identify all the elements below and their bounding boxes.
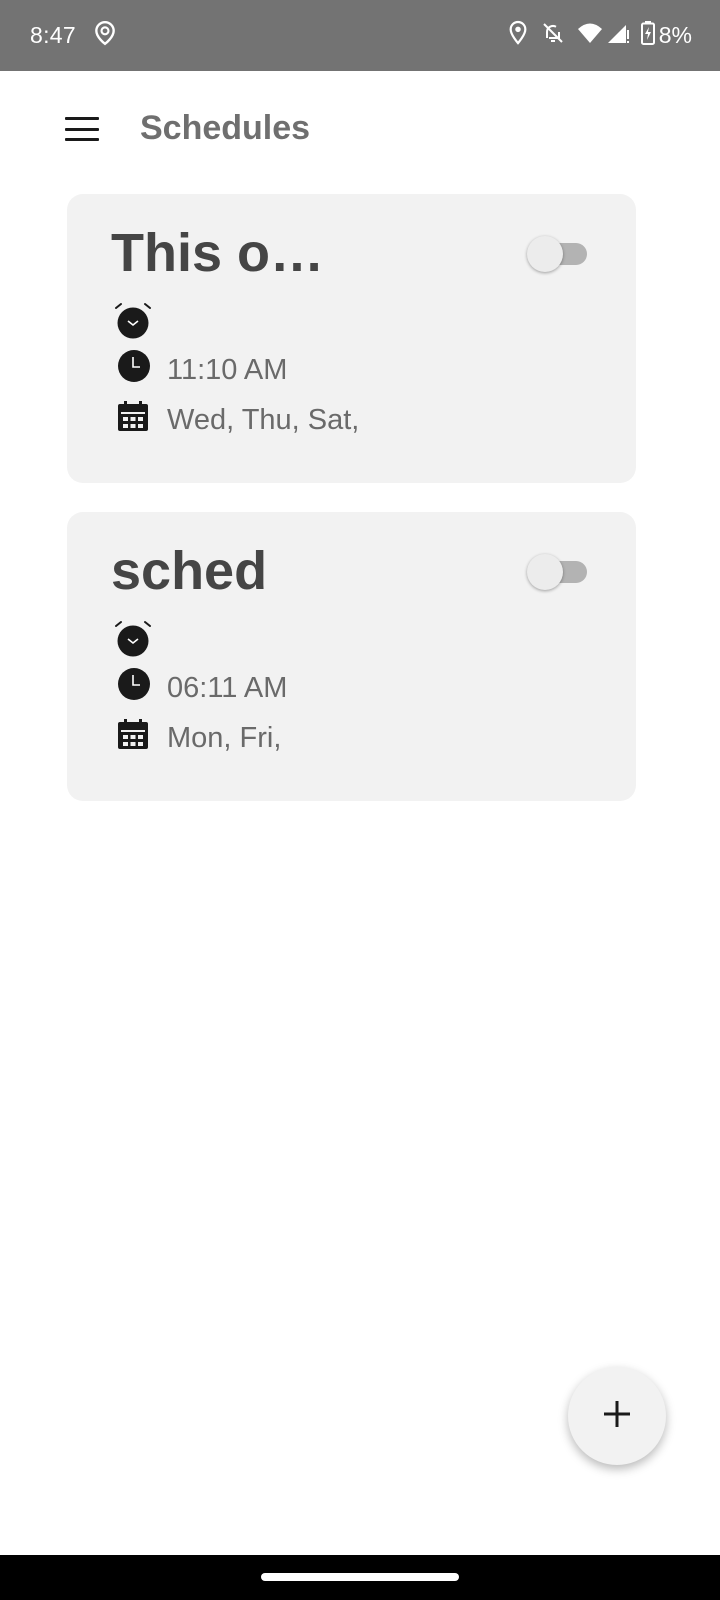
location-icon	[507, 20, 529, 51]
signal-icon	[607, 22, 629, 49]
home-gesture-handle[interactable]	[261, 1573, 459, 1581]
schedule-days-row: Mon, Fri,	[117, 718, 281, 758]
schedule-title: This o…	[111, 223, 324, 283]
calendar-icon	[117, 718, 149, 758]
schedule-time: 06:11 AM	[167, 671, 288, 704]
schedule-title: sched	[111, 541, 268, 601]
clock-icon	[117, 349, 151, 391]
schedule-days: Wed, Thu, Sat,	[167, 403, 360, 436]
toggle-thumb	[527, 236, 563, 272]
add-schedule-button[interactable]	[568, 1367, 666, 1465]
plus-icon	[602, 1399, 632, 1434]
schedule-days-row: Wed, Thu, Sat,	[117, 400, 359, 440]
status-bar: 8:47 8%	[0, 0, 720, 71]
page-title: Schedules	[140, 109, 311, 147]
navigation-bar	[0, 1555, 720, 1600]
schedules-screen: 8:47 8% Schedules This o… 11:10 AM Wed, …	[0, 0, 720, 1600]
schedule-time: 11:10 AM	[167, 353, 288, 386]
alarm-clock-icon	[113, 302, 153, 345]
alarm-clock-icon	[113, 620, 153, 663]
schedule-card[interactable]: This o… 11:10 AM Wed, Thu, Sat,	[67, 194, 636, 483]
status-right: 8%	[495, 20, 692, 51]
hamburger-menu-icon	[65, 117, 99, 141]
schedule-list: This o… 11:10 AM Wed, Thu, Sat, sched 06…	[67, 194, 636, 830]
menu-button[interactable]	[46, 93, 118, 165]
app-bar: Schedules	[0, 71, 720, 193]
schedule-card[interactable]: sched 06:11 AM Mon, Fri,	[67, 512, 636, 801]
wifi-icon	[577, 22, 603, 49]
clock-icon	[117, 667, 151, 709]
status-left: 8:47	[30, 20, 118, 51]
alarm-location-icon	[92, 20, 118, 51]
schedule-toggle[interactable]	[527, 552, 589, 592]
schedule-time-row: 11:10 AM	[117, 349, 287, 391]
toggle-thumb	[527, 554, 563, 590]
schedule-days: Mon, Fri,	[167, 721, 282, 754]
calendar-icon	[117, 400, 149, 440]
status-time: 8:47	[30, 22, 76, 48]
battery-percentage: 8%	[658, 22, 692, 48]
schedule-toggle[interactable]	[527, 234, 589, 274]
battery-charging-icon	[640, 21, 655, 50]
notifications-off-icon	[541, 20, 565, 51]
schedule-time-row: 06:11 AM	[117, 667, 287, 709]
